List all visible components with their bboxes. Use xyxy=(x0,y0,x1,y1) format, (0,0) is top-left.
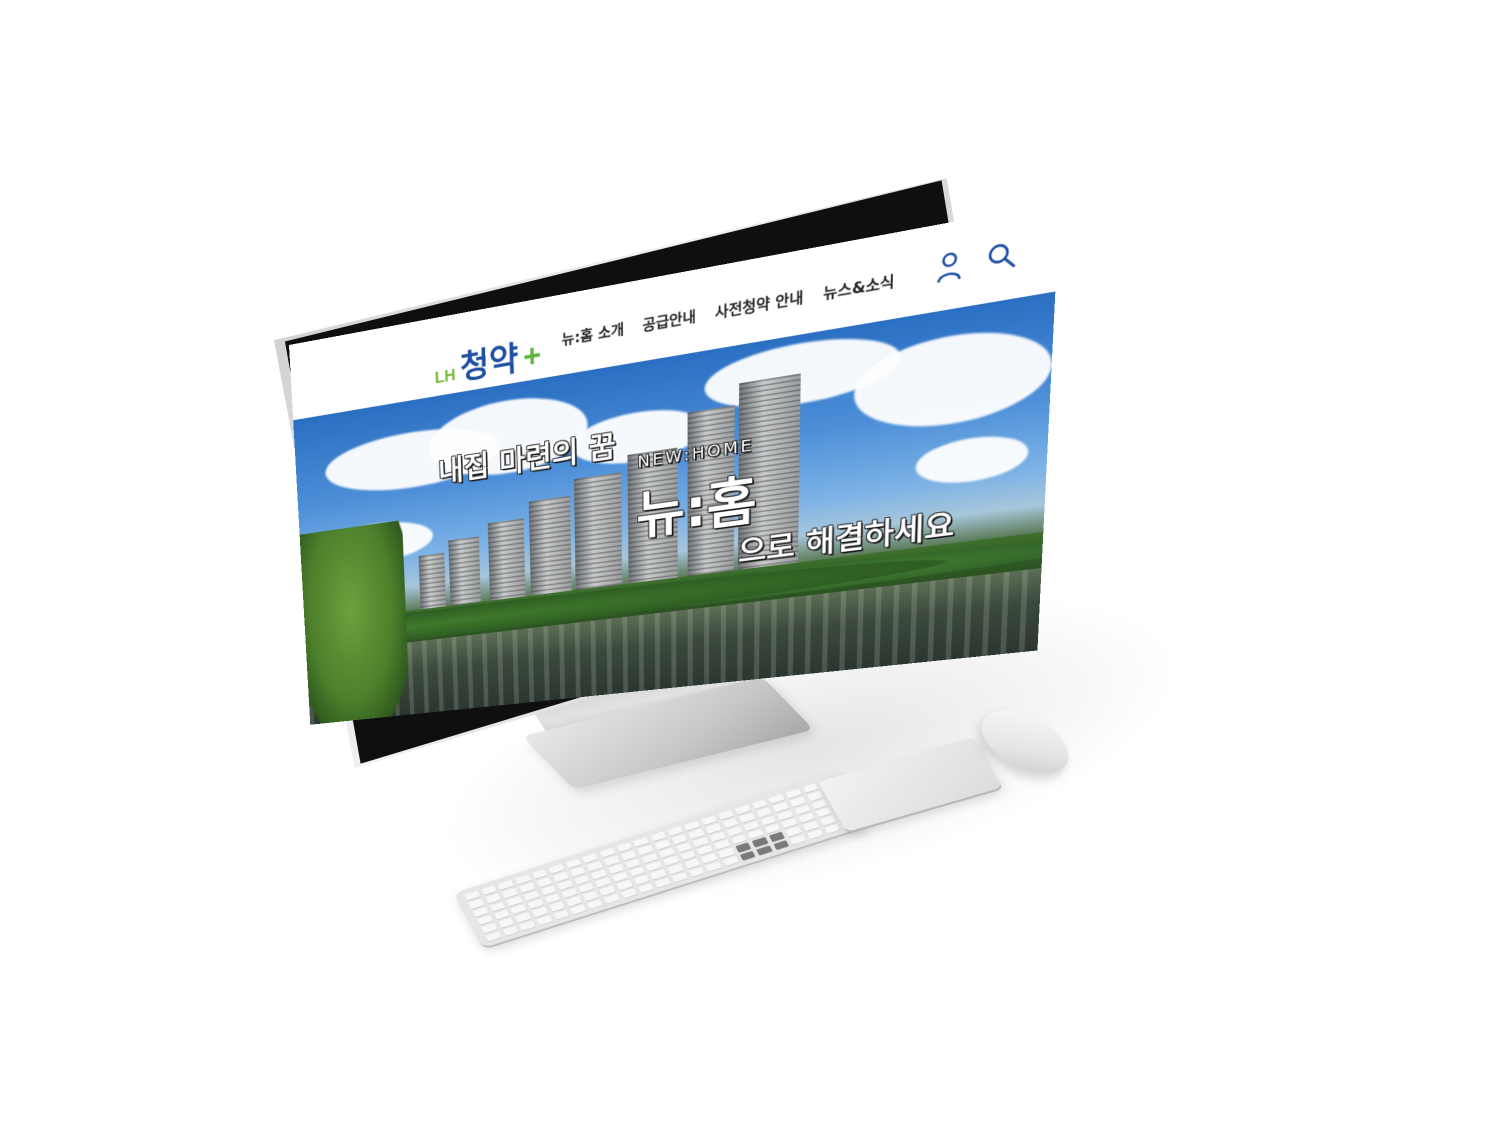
keyboard-key[interactable] xyxy=(654,877,671,888)
keyboard-key[interactable] xyxy=(570,904,587,915)
keyboard-key[interactable] xyxy=(688,866,705,877)
desktop-mockup-scene: LH 청약 + 뉴:홈 소개 공급안내 사전청약 안내 뉴스&소식 내집 마련의… xyxy=(0,0,1501,1126)
keyboard-key[interactable] xyxy=(485,931,502,942)
keyboard-key[interactable] xyxy=(773,839,790,850)
keyboard-key[interactable] xyxy=(671,872,688,883)
keyboard-key[interactable] xyxy=(790,834,807,845)
cloud xyxy=(915,429,1030,489)
keyboard-key[interactable] xyxy=(536,915,553,926)
apartment-tower xyxy=(573,472,623,598)
keyboard-key[interactable] xyxy=(586,898,604,910)
logo-prefix: LH xyxy=(434,366,456,388)
keyboard-key[interactable] xyxy=(637,882,655,894)
keyboard-key[interactable] xyxy=(502,925,519,937)
user-icon[interactable] xyxy=(937,249,963,284)
willow-tree xyxy=(293,520,411,725)
keyboard-key[interactable] xyxy=(620,888,638,899)
keyboard-key[interactable] xyxy=(756,845,773,856)
website-screen: LH 청약 + 뉴:홈 소개 공급안내 사전청약 안내 뉴스&소식 내집 마련의… xyxy=(289,202,1060,725)
keyboard-key[interactable] xyxy=(823,823,841,834)
apartment-tower xyxy=(487,518,526,609)
header-icons xyxy=(937,240,1017,285)
keyboard-key[interactable] xyxy=(722,855,739,867)
apartment-tower xyxy=(528,495,572,604)
keyboard-key[interactable] xyxy=(739,850,756,861)
keyboard-key[interactable] xyxy=(603,893,621,904)
nav-item-supply-info[interactable]: 공급안내 xyxy=(642,304,696,336)
nav-item-newhome-intro[interactable]: 뉴:홈 소개 xyxy=(561,317,625,349)
nav-item-news[interactable]: 뉴스&소식 xyxy=(823,269,895,303)
keyboard-key[interactable] xyxy=(705,861,722,872)
logo-name: 청약 xyxy=(459,339,519,388)
cloud xyxy=(853,319,1054,439)
keyboard-key[interactable] xyxy=(519,920,536,931)
logo-plus: + xyxy=(522,337,542,376)
nav-item-pre-subscription[interactable]: 사전청약 안내 xyxy=(715,285,804,322)
keyboard-key[interactable] xyxy=(553,909,570,920)
keyboard-key[interactable] xyxy=(807,829,824,840)
search-icon[interactable] xyxy=(986,240,1017,276)
